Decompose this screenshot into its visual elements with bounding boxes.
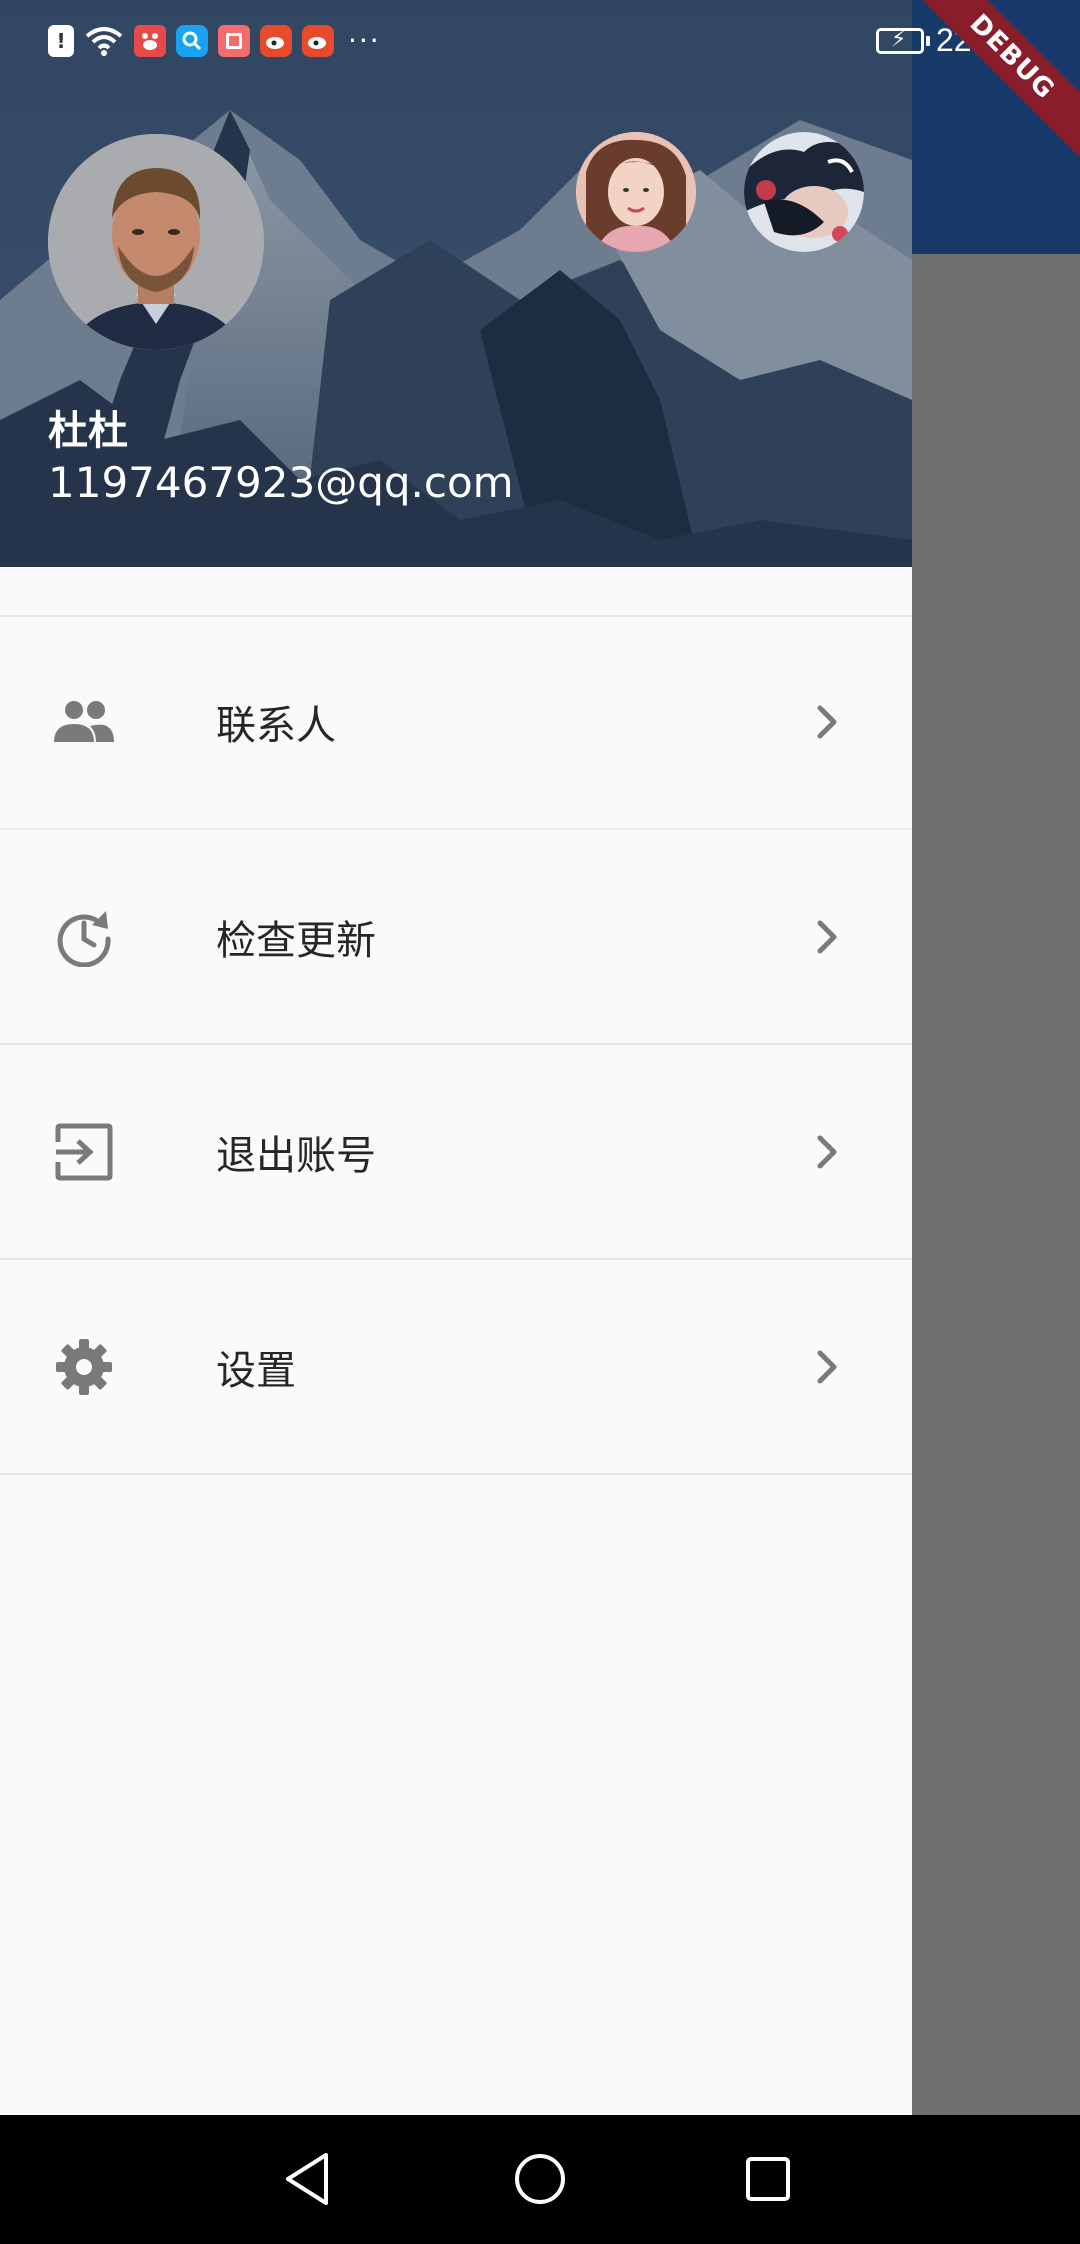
wifi-icon	[84, 25, 124, 57]
status-bar: ! ··· ⚡ 22:16	[0, 0, 1080, 86]
recent-apps-button[interactable]	[736, 2147, 800, 2211]
back-button[interactable]	[278, 2147, 342, 2211]
user-email: 1197467923@qq.com	[48, 458, 514, 507]
weibo-icon	[260, 24, 292, 57]
menu-item-check-update[interactable]: 检查更新	[0, 830, 912, 1045]
menu-item-label: 联系人	[216, 702, 336, 749]
chevron-right-icon	[812, 917, 842, 957]
user-avatar[interactable]	[48, 134, 264, 350]
more-notifications-icon: ···	[348, 24, 381, 57]
menu-item-contacts[interactable]: 联系人	[0, 615, 912, 830]
weibo-icon	[302, 24, 334, 57]
settings-icon	[52, 1335, 116, 1399]
other-account-avatar[interactable]	[576, 132, 696, 252]
home-button[interactable]	[508, 2147, 572, 2211]
other-account-avatar[interactable]	[744, 132, 864, 252]
chevron-right-icon	[812, 702, 842, 742]
alert-icon: !	[48, 24, 74, 57]
menu-item-label: 设置	[216, 1347, 296, 1394]
update-icon	[52, 905, 116, 969]
contacts-icon	[52, 690, 116, 754]
book-app-icon	[218, 24, 250, 57]
status-icons: ! ···	[48, 24, 381, 57]
menu-item-label: 检查更新	[216, 917, 376, 964]
chevron-right-icon	[812, 1132, 842, 1172]
menu-item-label: 退出账号	[216, 1132, 376, 1179]
menu-item-settings[interactable]: 设置	[0, 1260, 912, 1475]
logout-icon	[52, 1120, 116, 1184]
drawer-menu: 联系人 检查更新 退出账号 设置	[0, 615, 912, 1475]
baidu-icon	[134, 24, 166, 57]
search-app-icon	[176, 24, 208, 57]
navigation-drawer: 杜杜 1197467923@qq.com 联系人 检查更新 退出账号 设置	[0, 0, 912, 2115]
chevron-right-icon	[812, 1347, 842, 1387]
user-name: 杜杜	[48, 408, 128, 454]
battery-charging-icon: ⚡	[876, 27, 930, 54]
system-nav-bar	[0, 2115, 1080, 2244]
menu-item-logout[interactable]: 退出账号	[0, 1045, 912, 1260]
